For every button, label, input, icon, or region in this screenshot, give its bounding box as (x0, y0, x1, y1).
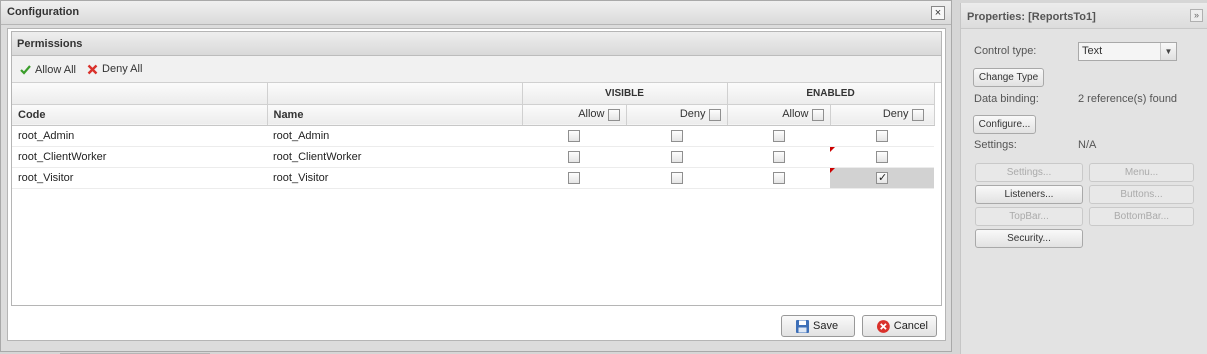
enabled-deny-checkbox[interactable] (876, 150, 888, 163)
dialog-title: Configuration (7, 6, 80, 18)
cell-visible-allow (522, 167, 626, 189)
menu-button[interactable]: Menu... (1089, 163, 1194, 182)
chevron-down-icon: ▼ (1160, 43, 1176, 60)
change-type-button[interactable]: Change Type (973, 68, 1044, 87)
control-type-value: Text (1082, 45, 1103, 57)
security-button[interactable]: Security... (975, 229, 1083, 248)
checkmark-icon (20, 64, 31, 75)
visible-deny-header-checkbox[interactable] (708, 108, 721, 121)
dialog-body: Permissions Allow All Deny All VISIBLE E… (7, 28, 946, 341)
allow-all-label: Allow All (35, 63, 76, 76)
properties-panel: Properties: [ReportsTo1] » Control type:… (960, 3, 1207, 354)
enabled-deny-checkbox[interactable] (876, 171, 888, 184)
cell-name: root_ClientWorker (267, 146, 522, 168)
visible-allow-checkbox[interactable] (568, 150, 580, 163)
cell-enabled-allow (727, 167, 830, 189)
visible-deny-checkbox[interactable] (670, 129, 683, 142)
permissions-toolbar: Allow All Deny All (12, 56, 941, 83)
x-icon (87, 64, 98, 74)
cell-enabled-allow (727, 146, 830, 168)
configure-button[interactable]: Configure... (973, 115, 1036, 134)
properties-title: Properties: [ReportsTo1] (961, 3, 1207, 29)
column-header-enabled-deny: Deny (830, 104, 935, 126)
control-type-select[interactable]: Text ▼ (1078, 42, 1177, 61)
data-binding-value: 2 reference(s) found (1078, 93, 1178, 105)
listeners-button[interactable]: Listeners... (975, 185, 1083, 204)
cell-enabled-allow (727, 125, 830, 147)
cancel-button[interactable]: Cancel (862, 315, 937, 337)
visible-deny-checkbox[interactable] (670, 171, 683, 184)
column-header-row: Code Name Allow Deny Allow Deny (12, 104, 935, 126)
buttons-button[interactable]: Buttons... (1089, 185, 1194, 204)
cell-name: root_Admin (267, 125, 522, 147)
enabled-deny-header-checkbox[interactable] (911, 108, 924, 121)
save-label: Save (813, 320, 839, 332)
enabled-deny-header-label: Deny (882, 108, 909, 121)
group-header-row: VISIBLE ENABLED (12, 83, 935, 105)
cell-visible-deny (626, 167, 727, 189)
enabled-allow-checkbox[interactable] (772, 171, 785, 184)
close-button[interactable]: × (931, 6, 945, 20)
data-binding-label: Data binding: (974, 93, 1039, 105)
group-header-empty (267, 83, 523, 105)
enabled-allow-header-label: Allow (782, 108, 809, 121)
cell-enabled-deny (830, 167, 934, 189)
cell-code: root_Admin (12, 125, 267, 147)
table-row[interactable]: root_Admin root_Admin (12, 125, 934, 147)
settings-value: N/A (1078, 139, 1097, 151)
visible-allow-header-label: Allow (578, 108, 605, 121)
topbar-button[interactable]: TopBar... (975, 207, 1083, 226)
cell-visible-deny (626, 146, 727, 168)
column-header-code[interactable]: Code (12, 104, 268, 126)
cell-enabled-deny (830, 125, 934, 147)
panel-title: Permissions (12, 32, 941, 56)
enabled-allow-checkbox[interactable] (772, 150, 785, 163)
group-header-empty (12, 83, 268, 105)
column-header-visible-deny: Deny (626, 104, 728, 126)
allow-all-button[interactable]: Allow All (20, 64, 76, 76)
column-header-visible-allow: Allow (522, 104, 627, 126)
group-header-visible: VISIBLE (522, 83, 728, 105)
column-header-name[interactable]: Name (267, 104, 523, 126)
deny-all-button[interactable]: Deny All (87, 63, 142, 75)
collapse-button[interactable]: » (1190, 9, 1203, 22)
permissions-panel: Permissions Allow All Deny All VISIBLE E… (11, 31, 942, 306)
cell-visible-allow (522, 146, 626, 168)
visible-allow-checkbox[interactable] (568, 171, 580, 184)
group-header-enabled: ENABLED (727, 83, 935, 105)
floppy-disk-icon (796, 319, 809, 333)
cancel-label: Cancel (893, 320, 928, 332)
visible-deny-checkbox[interactable] (670, 150, 683, 163)
save-button[interactable]: Save (781, 315, 855, 337)
cancel-circle-icon (876, 319, 890, 333)
cell-enabled-deny (830, 146, 934, 168)
cell-visible-allow (522, 125, 626, 147)
enabled-allow-checkbox[interactable] (772, 129, 785, 142)
visible-deny-header-label: Deny (679, 108, 706, 121)
control-type-label: Control type: (974, 45, 1037, 57)
table-row[interactable]: root_ClientWorker root_ClientWorker (12, 146, 934, 168)
column-header-enabled-allow: Allow (727, 104, 831, 126)
deny-all-label: Deny All (102, 63, 143, 75)
cell-code: root_ClientWorker (12, 146, 267, 168)
dialog-header: Configuration × (1, 1, 951, 25)
enabled-deny-checkbox[interactable] (876, 129, 888, 142)
visible-allow-checkbox[interactable] (568, 129, 580, 142)
permissions-grid: VISIBLE ENABLED Code Name Allow Deny All… (12, 83, 935, 189)
visible-allow-header-checkbox[interactable] (607, 108, 620, 121)
cell-visible-deny (626, 125, 727, 147)
bottombar-button[interactable]: BottomBar... (1089, 207, 1194, 226)
table-row[interactable]: root_Visitor root_Visitor (12, 167, 934, 189)
settings-label: Settings: (974, 139, 1017, 151)
settings-button[interactable]: Settings... (975, 163, 1083, 182)
cell-name: root_Visitor (267, 167, 522, 189)
cell-code: root_Visitor (12, 167, 267, 189)
enabled-allow-header-checkbox[interactable] (811, 108, 824, 121)
configuration-dialog: Configuration × Permissions Allow All De… (0, 0, 952, 352)
